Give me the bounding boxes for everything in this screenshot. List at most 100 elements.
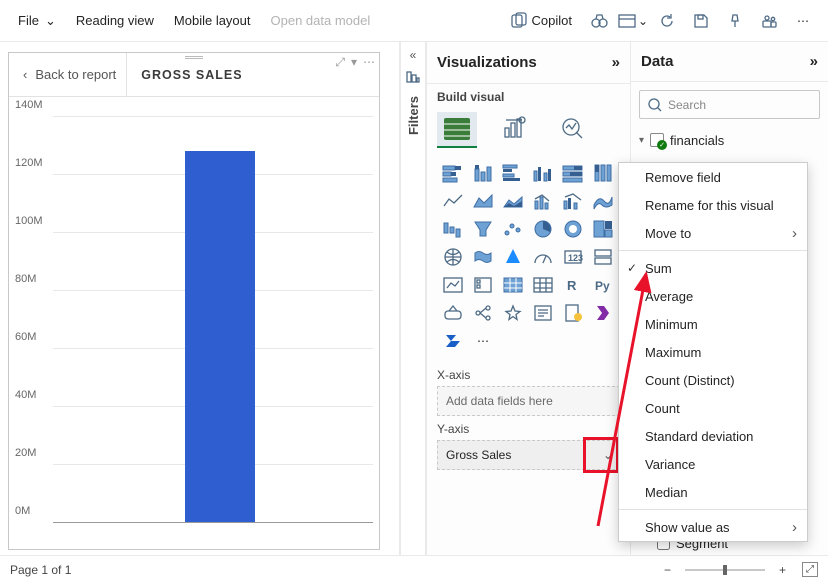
build-visual-label: Build visual bbox=[427, 84, 630, 108]
kpi-icon[interactable] bbox=[439, 272, 467, 298]
more-visuals-icon[interactable]: ⋯ bbox=[469, 328, 497, 354]
clustered-column-icon[interactable] bbox=[529, 160, 557, 186]
100-stacked-column-icon[interactable] bbox=[589, 160, 617, 186]
waterfall-icon[interactable] bbox=[439, 216, 467, 242]
filters-label: Filters bbox=[406, 96, 421, 135]
menu-average[interactable]: Average bbox=[619, 282, 807, 310]
line-chart-icon[interactable] bbox=[439, 188, 467, 214]
scatter-icon[interactable] bbox=[499, 216, 527, 242]
back-button[interactable]: ‹ Back to report bbox=[9, 67, 126, 82]
funnel-icon[interactable] bbox=[469, 216, 497, 242]
menu-rename[interactable]: Rename for this visual bbox=[619, 191, 807, 219]
pin-icon[interactable] bbox=[718, 4, 752, 38]
file-menu[interactable]: File ⌄ bbox=[8, 7, 66, 35]
qa-icon[interactable] bbox=[499, 300, 527, 326]
data-panel-title: Data bbox=[641, 53, 674, 70]
card-icon[interactable]: 123 bbox=[559, 244, 587, 270]
matrix-icon[interactable] bbox=[529, 272, 557, 298]
menu-median[interactable]: Median bbox=[619, 478, 807, 506]
binoculars-icon[interactable] bbox=[582, 4, 616, 38]
clustered-bar-icon[interactable] bbox=[499, 160, 527, 186]
more-icon[interactable]: ⋯ bbox=[786, 4, 820, 38]
more-options-icon[interactable]: ⋯ bbox=[363, 55, 375, 70]
menu-show-value-as[interactable]: Show value as bbox=[619, 513, 807, 541]
menu-variance[interactable]: Variance bbox=[619, 450, 807, 478]
menu-move-to[interactable]: Move to bbox=[619, 219, 807, 247]
zoom-in-button[interactable]: + bbox=[773, 563, 792, 577]
gauge-icon[interactable] bbox=[529, 244, 557, 270]
ytick: 0M bbox=[15, 505, 30, 517]
slicer-icon[interactable] bbox=[469, 272, 497, 298]
insert-button[interactable]: ⌄ bbox=[616, 4, 650, 38]
svg-text:R: R bbox=[567, 278, 577, 293]
line-clustered-icon[interactable] bbox=[559, 188, 587, 214]
drag-grip-icon[interactable] bbox=[185, 55, 203, 59]
format-visual-tab[interactable] bbox=[495, 112, 535, 148]
map-icon[interactable] bbox=[439, 244, 467, 270]
reading-view-button[interactable]: Reading view bbox=[66, 7, 164, 34]
table-financials[interactable]: ▾ ✓ financials bbox=[639, 127, 820, 153]
copilot-label: Copilot bbox=[532, 13, 572, 28]
ytick: 20M bbox=[15, 447, 36, 459]
y-axis-dropzone[interactable]: Gross Sales ⌄ bbox=[437, 440, 620, 470]
r-visual-icon[interactable]: R bbox=[559, 272, 587, 298]
table-label: financials bbox=[670, 133, 724, 148]
narrative-icon[interactable] bbox=[529, 300, 557, 326]
menu-stddev[interactable]: Standard deviation bbox=[619, 422, 807, 450]
multi-card-icon[interactable] bbox=[589, 244, 617, 270]
ytick: 100M bbox=[15, 215, 43, 227]
power-automate-icon[interactable] bbox=[439, 328, 467, 354]
search-input[interactable]: Search bbox=[639, 90, 820, 119]
collapse-viz-icon[interactable]: » bbox=[612, 54, 620, 71]
visual-container[interactable]: ⤢ ▾ ⋯ ‹ Back to report GROSS SALES 0M 20… bbox=[8, 52, 380, 550]
fit-to-page-icon[interactable]: ⤢ bbox=[802, 562, 818, 577]
pie-icon[interactable] bbox=[529, 216, 557, 242]
filled-map-icon[interactable] bbox=[469, 244, 497, 270]
svg-text:123: 123 bbox=[568, 253, 583, 263]
stacked-column-icon[interactable] bbox=[469, 160, 497, 186]
menu-sum[interactable]: Sum bbox=[619, 254, 807, 282]
area-chart-icon[interactable] bbox=[469, 188, 497, 214]
chevron-down-icon: ⌄ bbox=[638, 14, 648, 28]
donut-icon[interactable] bbox=[559, 216, 587, 242]
expand-filters-icon[interactable]: « bbox=[410, 48, 417, 62]
ytick: 40M bbox=[15, 389, 36, 401]
treemap-icon[interactable] bbox=[589, 216, 617, 242]
azure-map-icon[interactable] bbox=[499, 244, 527, 270]
menu-maximum[interactable]: Maximum bbox=[619, 338, 807, 366]
annotation-highlight bbox=[583, 437, 619, 473]
menu-count-distinct[interactable]: Count (Distinct) bbox=[619, 366, 807, 394]
stacked-bar-icon[interactable] bbox=[439, 160, 467, 186]
teams-icon[interactable] bbox=[752, 4, 786, 38]
header-row: ‹ Back to report GROSS SALES bbox=[9, 53, 379, 97]
zoom-slider[interactable] bbox=[685, 569, 765, 571]
viz-panel-title: Visualizations bbox=[437, 54, 537, 71]
copilot-button[interactable]: Copilot bbox=[500, 6, 582, 36]
paginated-icon[interactable] bbox=[559, 300, 587, 326]
table-icon[interactable] bbox=[499, 272, 527, 298]
py-visual-icon[interactable]: Py bbox=[589, 272, 617, 298]
x-axis-dropzone[interactable]: Add data fields here bbox=[437, 386, 620, 416]
key-influencers-icon[interactable] bbox=[439, 300, 467, 326]
100-stacked-bar-icon[interactable] bbox=[559, 160, 587, 186]
stacked-area-icon[interactable] bbox=[499, 188, 527, 214]
analytics-tab[interactable] bbox=[553, 112, 593, 148]
mobile-layout-button[interactable]: Mobile layout bbox=[164, 7, 261, 34]
ytick: 60M bbox=[15, 331, 36, 343]
filter-icon[interactable]: ▾ bbox=[351, 55, 357, 70]
decomposition-icon[interactable] bbox=[469, 300, 497, 326]
powerapps-icon[interactable] bbox=[589, 300, 617, 326]
menu-minimum[interactable]: Minimum bbox=[619, 310, 807, 338]
ribbon-chart-icon[interactable] bbox=[589, 188, 617, 214]
build-fields-tab[interactable] bbox=[437, 112, 477, 148]
save-icon[interactable] bbox=[684, 4, 718, 38]
menu-remove-field[interactable]: Remove field bbox=[619, 163, 807, 191]
focus-icon[interactable]: ⤢ bbox=[335, 55, 345, 70]
table-icon: ✓ bbox=[650, 133, 664, 147]
collapse-data-icon[interactable]: » bbox=[810, 53, 818, 70]
refresh-icon[interactable] bbox=[650, 4, 684, 38]
line-column-icon[interactable] bbox=[529, 188, 557, 214]
menu-count[interactable]: Count bbox=[619, 394, 807, 422]
zoom-out-button[interactable]: − bbox=[658, 563, 677, 577]
bar[interactable] bbox=[185, 151, 255, 522]
